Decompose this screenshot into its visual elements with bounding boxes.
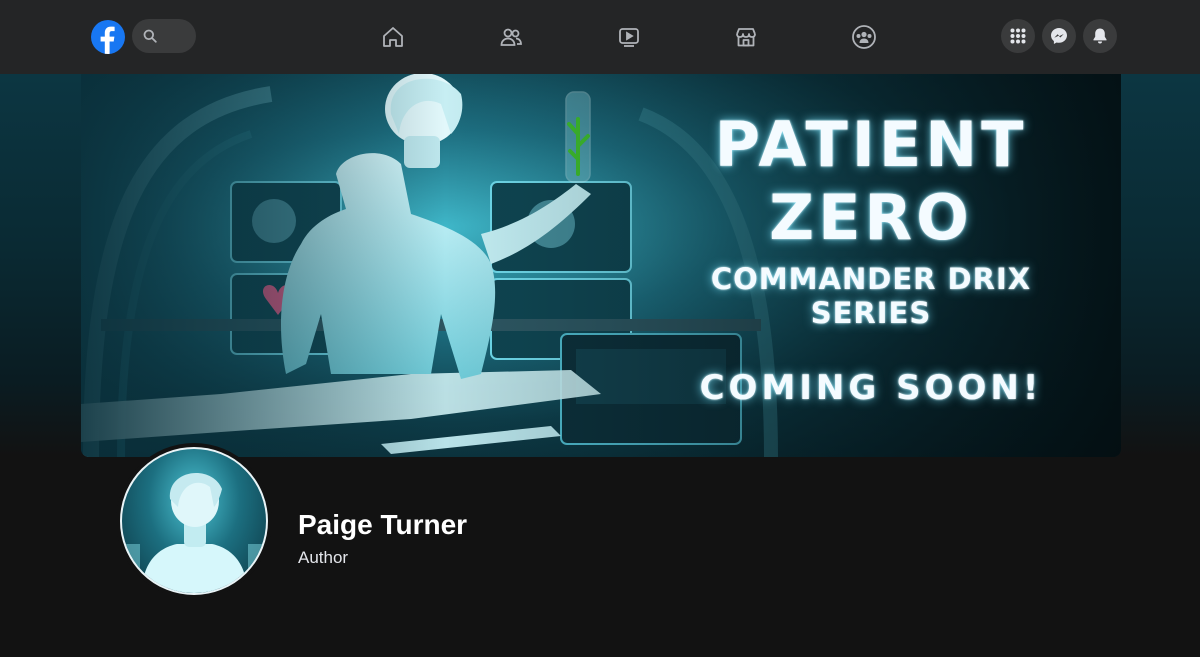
messenger-icon[interactable]	[1042, 19, 1076, 53]
cover-title-line-2: ZERO	[769, 181, 973, 254]
search-icon	[143, 29, 157, 43]
groups-icon[interactable]	[851, 24, 877, 50]
bell-icon[interactable]	[1083, 19, 1117, 53]
cover-photo[interactable]: PATIENT ZERO COMMANDER DRIX SERIES COMIN…	[81, 74, 1121, 457]
cover-title-block: PATIENT ZERO COMMANDER DRIX SERIES COMIN…	[681, 108, 1061, 408]
profile-picture	[120, 447, 268, 595]
search-input[interactable]	[132, 19, 196, 53]
facebook-logo-icon[interactable]	[91, 20, 125, 54]
home-icon[interactable]	[380, 24, 406, 50]
cover-tagline: COMING SOON!	[699, 368, 1043, 408]
marketplace-icon[interactable]	[733, 24, 759, 50]
cover-title-line-1: PATIENT	[714, 108, 1028, 181]
profile-name: Paige Turner	[298, 509, 468, 540]
profile-role: Author	[298, 548, 349, 567]
cover-series-name: COMMANDER DRIX SERIES	[710, 262, 1032, 330]
grid-menu-icon[interactable]	[1001, 19, 1035, 53]
video-icon[interactable]	[616, 24, 642, 50]
avatar[interactable]	[116, 443, 272, 599]
friends-icon[interactable]	[498, 24, 524, 50]
top-navigation-bar	[0, 0, 1200, 74]
